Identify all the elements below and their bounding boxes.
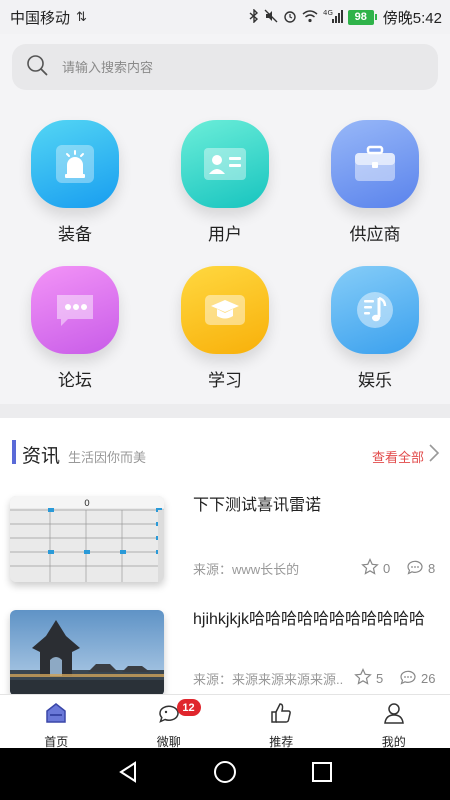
carrier-label: 中国移动 — [10, 9, 71, 27]
data-transfer-icon: ⇅ — [76, 9, 87, 24]
grid-item-forum[interactable]: 论坛 — [0, 266, 150, 402]
comment-icon — [406, 558, 424, 579]
back-icon[interactable] — [115, 759, 141, 790]
search-icon — [26, 54, 48, 81]
bluetooth-icon — [249, 7, 259, 26]
system-nav-bar — [0, 748, 450, 800]
news-item[interactable]: 0 下下测试喜讯雷诺 来源：www长长的 0 8 — [0, 494, 450, 594]
news-item-title: hjihkjkjk哈哈哈哈哈哈哈哈哈哈哈 — [193, 611, 426, 628]
bottom-tab-bar: 首页 12 微聊 推荐 我的 — [0, 694, 450, 749]
briefcase-icon — [331, 120, 419, 208]
view-all-link[interactable]: 查看全部 — [372, 447, 424, 466]
grid-label: 学习 — [208, 371, 242, 390]
news-thumbnail — [10, 610, 164, 696]
status-left: 中国移动 ⇅ — [10, 7, 87, 28]
category-grid: 装备 用户 供应商 论坛 学习 娱乐 — [0, 120, 450, 400]
alarm-light-icon — [31, 120, 119, 208]
grid-label: 装备 — [58, 225, 92, 244]
grid-item-entertainment[interactable]: 娱乐 — [300, 266, 450, 402]
user-icon — [382, 701, 406, 730]
clock-label: 傍晚5:42 — [382, 9, 442, 27]
grid-item-users[interactable]: 用户 — [150, 120, 300, 256]
news-subtitle: 生活因你而美 — [68, 450, 147, 465]
tab-profile[interactable]: 我的 — [338, 695, 450, 749]
news-title: 资讯 — [22, 446, 61, 467]
chat-bubble-icon — [31, 266, 119, 354]
news-source: 来源：www长长的 — [193, 562, 300, 577]
search-input[interactable] — [62, 59, 402, 75]
news-source: 来源：来源来源来源来源... — [193, 672, 343, 687]
battery-indicator: 98 — [347, 9, 377, 25]
tab-chat[interactable]: 12 微聊 — [113, 695, 226, 749]
grid-item-learning[interactable]: 学习 — [150, 266, 300, 402]
comment-icon — [399, 668, 417, 689]
news-header: 资讯 生活因你而美 查看全部 — [0, 438, 450, 468]
news-item[interactable]: hjihkjkjk哈哈哈哈哈哈哈哈哈哈哈 来源：来源来源来源来源... 5 26 — [0, 608, 450, 696]
news-section: 资讯 生活因你而美 查看全部 0 下下测试喜讯雷诺 来源：www长长的 0 8 … — [0, 418, 450, 696]
grid-label: 用户 — [208, 225, 242, 244]
likes-stat[interactable]: 0 — [361, 558, 390, 579]
tab-recommend[interactable]: 推荐 — [225, 695, 338, 749]
status-bar: 中国移动 ⇅ 4G 98 傍晚5:42 — [0, 0, 450, 34]
star-icon — [354, 668, 372, 689]
status-right: 4G 98 傍晚5:42 — [249, 7, 442, 28]
news-item-title: 下下测试喜讯雷诺 — [193, 497, 322, 514]
comments-stat[interactable]: 26 — [399, 668, 435, 689]
likes-count: 5 — [376, 671, 384, 686]
grid-label: 论坛 — [58, 371, 92, 390]
news-thumbnail: 0 — [10, 496, 164, 582]
grid-item-suppliers[interactable]: 供应商 — [300, 120, 450, 256]
chevron-right-icon[interactable] — [428, 443, 440, 463]
id-card-icon — [181, 120, 269, 208]
grid-item-equipment[interactable]: 装备 — [0, 120, 150, 256]
svg-text:4G: 4G — [323, 9, 333, 17]
grid-label: 供应商 — [349, 225, 401, 244]
unread-badge: 12 — [176, 699, 201, 716]
tab-home[interactable]: 首页 — [0, 695, 113, 749]
signal-icon: 4G — [323, 9, 343, 26]
likes-count: 0 — [383, 561, 391, 576]
star-icon — [361, 558, 379, 579]
section-divider — [0, 404, 450, 418]
likes-stat[interactable]: 5 — [354, 668, 383, 689]
wifi-icon — [302, 9, 318, 26]
home-icon — [44, 701, 68, 730]
comments-count: 26 — [421, 671, 436, 686]
comments-count: 8 — [428, 561, 436, 576]
alarm-icon — [283, 9, 297, 26]
thumbs-up-icon — [269, 701, 293, 730]
grid-label: 娱乐 — [358, 371, 392, 390]
svg-text:0: 0 — [84, 499, 90, 509]
accent-bar — [12, 440, 16, 464]
mute-icon — [264, 9, 278, 26]
graduation-cap-icon — [181, 266, 269, 354]
home-button-icon[interactable] — [212, 759, 238, 790]
music-icon — [331, 266, 419, 354]
search-bar[interactable] — [12, 44, 438, 90]
comments-stat[interactable]: 8 — [406, 558, 435, 579]
recents-icon[interactable] — [309, 759, 335, 790]
